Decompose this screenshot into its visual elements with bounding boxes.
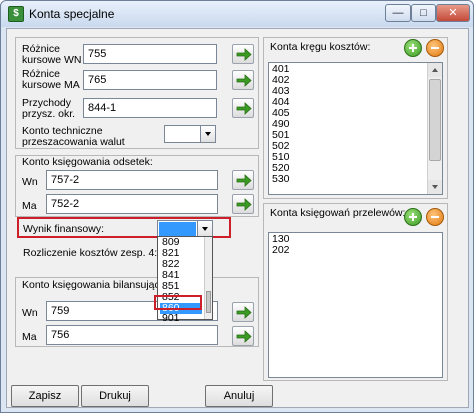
future-income-label: Przychody przysz. okr. xyxy=(22,97,76,120)
dialog-window: $ Konta specjalne — □ ✕ Różnice kursowe … xyxy=(0,0,474,413)
dropdown-scroll-thumb[interactable] xyxy=(206,291,211,313)
arrow-right-icon xyxy=(236,306,252,319)
option-highlight-frame xyxy=(154,295,202,310)
scroll-up-icon[interactable] xyxy=(428,63,442,77)
balance-ma-field[interactable]: 756 xyxy=(46,325,218,345)
interest-wn-label: Wn xyxy=(22,176,38,188)
cost-settlement-label: Rozliczenie kosztów zesp. 4: xyxy=(23,247,158,259)
arrow-right-icon xyxy=(236,102,252,115)
ma-rate-field[interactable]: 765 xyxy=(83,70,217,90)
interest-ma-select-button[interactable] xyxy=(232,194,254,214)
maximize-button[interactable]: □ xyxy=(411,4,436,22)
dialog-body: Różnice kursowe WN 755 Różnice kursowe M… xyxy=(6,28,469,408)
cancel-button[interactable]: Anuluj xyxy=(205,385,273,407)
list-item[interactable]: 130 xyxy=(269,234,442,245)
interest-wn-select-button[interactable] xyxy=(232,170,254,190)
list-item[interactable]: 490 xyxy=(269,119,442,130)
arrow-right-icon xyxy=(236,74,252,87)
wn-rate-field[interactable]: 755 xyxy=(83,44,217,64)
list-item[interactable]: 404 xyxy=(269,97,442,108)
ledger-icon: $ xyxy=(8,6,24,22)
remove-transfer-account-button[interactable] xyxy=(426,208,444,226)
list-item[interactable]: 403 xyxy=(269,86,442,97)
currency-group: Różnice kursowe WN 755 Różnice kursowe M… xyxy=(15,37,259,149)
cost-circle-list[interactable]: 401 402 403 404 405 490 501 502 510 520 … xyxy=(268,62,443,195)
interest-wn-field[interactable]: 757-2 xyxy=(46,170,218,190)
list-item[interactable]: 502 xyxy=(269,141,442,152)
balance-group: Konto księgowania bilansującego o Wn 759… xyxy=(15,277,259,347)
remove-cost-account-button[interactable] xyxy=(426,39,444,57)
balance-wn-label: Wn xyxy=(22,307,38,319)
future-income-field[interactable]: 844-1 xyxy=(83,98,217,118)
dropdown-scrollbar[interactable] xyxy=(204,237,212,319)
wn-rate-label: Różnice kursowe WN xyxy=(22,43,82,66)
scroll-down-icon[interactable] xyxy=(428,180,442,194)
transfer-group: Konta księgowań przelewów: 130 202 xyxy=(263,203,448,381)
balance-ma-select-button[interactable] xyxy=(232,326,254,346)
list-item[interactable]: 202 xyxy=(269,245,442,256)
list-item[interactable]: 405 xyxy=(269,108,442,119)
list-item[interactable]: 510 xyxy=(269,152,442,163)
cost-circle-title: Konta kręgu kosztów: xyxy=(270,41,371,53)
chevron-down-icon[interactable] xyxy=(200,126,215,142)
add-transfer-account-button[interactable] xyxy=(404,208,422,226)
title-bar[interactable]: $ Konta specjalne — □ ✕ xyxy=(1,1,473,27)
interest-ma-label: Ma xyxy=(22,200,37,212)
tech-account-label: Konto techniczne przeszacowania walut xyxy=(22,125,125,148)
cost-circle-group: Konta kręgu kosztów: 401 402 403 404 405… xyxy=(263,37,448,199)
arrow-right-icon xyxy=(236,330,252,343)
balance-ma-label: Ma xyxy=(22,331,37,343)
arrow-right-icon xyxy=(236,48,252,61)
interest-group: Konto księgowania odsetek: Wn 757-2 Ma 7… xyxy=(15,155,259,217)
scroll-thumb[interactable] xyxy=(429,79,441,161)
list-item[interactable]: 401 xyxy=(269,64,442,75)
print-button[interactable]: Drukuj xyxy=(81,385,149,407)
transfer-list[interactable]: 130 202 xyxy=(268,232,443,378)
ma-rate-label: Różnice kursowe MA xyxy=(22,68,80,91)
list-item[interactable]: 402 xyxy=(269,75,442,86)
list-item[interactable]: 520 xyxy=(269,163,442,174)
dropdown-option[interactable]: 901 xyxy=(160,313,206,321)
list-item[interactable]: 501 xyxy=(269,130,442,141)
arrow-right-icon xyxy=(236,174,252,187)
balance-wn-select-button[interactable] xyxy=(232,302,254,322)
transfer-title: Konta księgowań przelewów: xyxy=(270,207,406,219)
ma-rate-select-button[interactable] xyxy=(232,70,254,90)
window-title: Konta specjalne xyxy=(29,7,115,21)
save-button[interactable]: Zapisz xyxy=(11,385,79,407)
close-button[interactable]: ✕ xyxy=(436,4,470,22)
minimize-button[interactable]: — xyxy=(385,4,411,22)
future-income-select-button[interactable] xyxy=(232,98,254,118)
highlight-frame xyxy=(17,217,231,238)
interest-ma-field[interactable]: 752-2 xyxy=(46,194,218,214)
add-cost-account-button[interactable] xyxy=(404,39,422,57)
list-item[interactable]: 530 xyxy=(269,174,442,185)
tech-account-combo[interactable] xyxy=(164,125,216,143)
wn-rate-select-button[interactable] xyxy=(232,44,254,64)
cost-circle-scrollbar[interactable] xyxy=(427,63,442,194)
arrow-right-icon xyxy=(236,198,252,211)
interest-group-title: Konto księgowania odsetek: xyxy=(22,156,153,168)
